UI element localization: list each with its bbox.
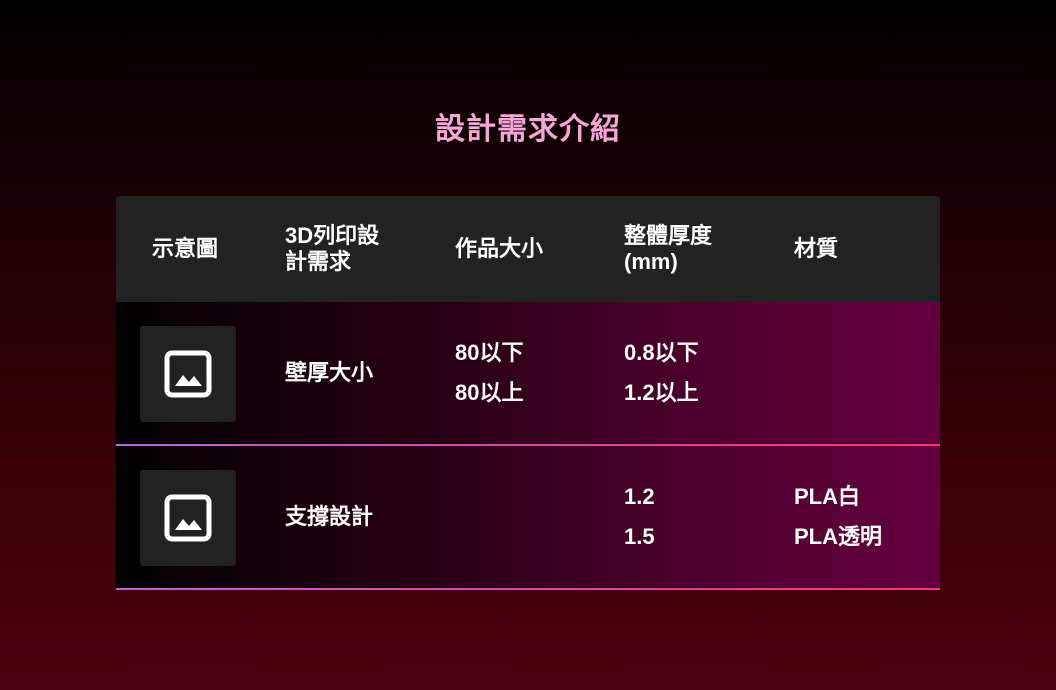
header-requirement: 3D列印設 計需求	[285, 196, 379, 302]
cell-requirement: 壁厚大小	[285, 302, 373, 444]
thickness-value: 1.5	[624, 524, 655, 549]
header-illustration-label: 示意圖	[152, 236, 219, 261]
cell-thickness: 1.2 1.5	[624, 446, 655, 588]
requirements-table: 示意圖 3D列印設 計需求 作品大小 整體厚度 (mm) 材質 壁厚大小 80以…	[116, 196, 940, 590]
table-header: 示意圖 3D列印設 計需求 作品大小 整體厚度 (mm) 材質	[116, 196, 940, 302]
row-thumbnail[interactable]	[140, 470, 236, 566]
cell-requirement: 支撐設計	[285, 446, 373, 588]
size-value: 80以上	[455, 380, 524, 405]
header-requirement-line1: 3D列印設	[285, 223, 380, 248]
header-requirement-line2: 計需求	[285, 249, 352, 274]
requirement-text: 支撐設計	[285, 504, 374, 529]
thickness-value: 1.2	[624, 484, 655, 509]
cell-thickness: 0.8以下 1.2以上	[624, 302, 699, 444]
header-illustration: 示意圖	[152, 196, 218, 302]
row-thumbnail[interactable]	[140, 326, 236, 422]
image-placeholder-icon	[164, 494, 212, 542]
requirement-text: 壁厚大小	[285, 360, 374, 385]
header-material: 材質	[794, 196, 838, 302]
table-row: 支撐設計 1.2 1.5 PLA白 PLA透明	[116, 446, 940, 590]
size-value: 80以下	[455, 340, 524, 365]
header-material-label: 材質	[794, 236, 839, 261]
cell-material: PLA白 PLA透明	[794, 446, 882, 588]
cell-size: 80以下 80以上	[455, 302, 523, 444]
table-row: 壁厚大小 80以下 80以上 0.8以下 1.2以上	[116, 302, 940, 446]
thickness-value: 0.8以下	[624, 340, 699, 365]
thickness-value: 1.2以上	[624, 380, 699, 405]
header-size-label: 作品大小	[455, 236, 544, 261]
image-placeholder-icon	[164, 350, 212, 398]
material-value: PLA透明	[794, 524, 883, 549]
material-value: PLA白	[794, 484, 861, 509]
header-thickness: 整體厚度 (mm)	[624, 196, 712, 302]
header-thickness-line1: 整體厚度	[624, 223, 713, 248]
header-size: 作品大小	[455, 196, 543, 302]
page-title: 設計需求介紹	[435, 113, 621, 146]
header-thickness-line2: (mm)	[624, 249, 678, 274]
